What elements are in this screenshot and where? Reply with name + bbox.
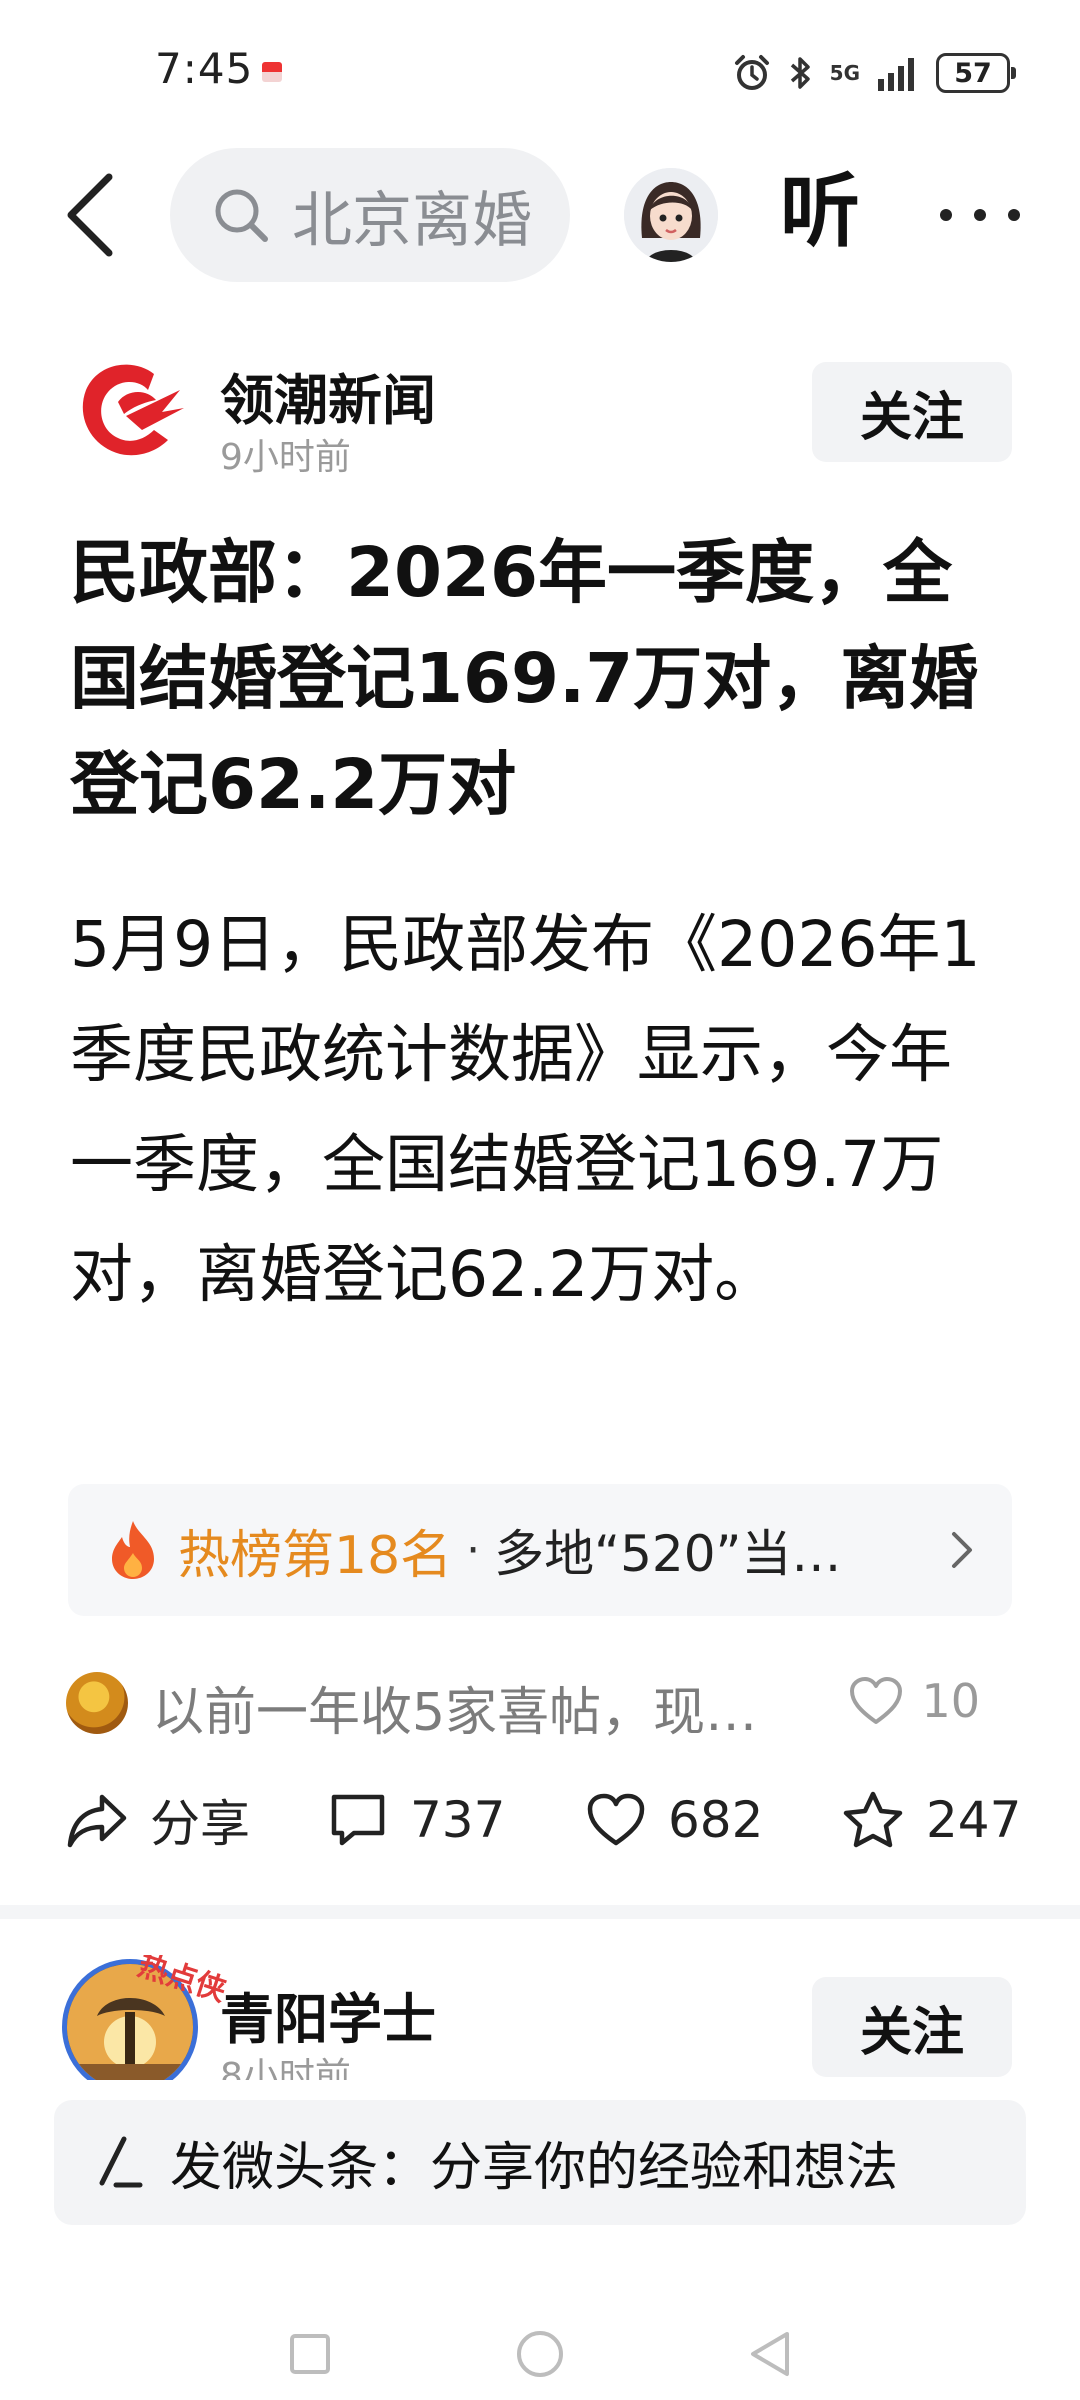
hot-topic: 多地“520”当天可办理结婚登记 [494, 1525, 854, 1583]
search-icon [215, 189, 268, 242]
battery-level: 57 [954, 57, 992, 89]
author-name[interactable]: 领潮新闻 [220, 356, 436, 435]
hot-separator: · [466, 1524, 481, 1576]
article-title: 民政部：2026年一季度，全国结婚登记169.7万对，离婚登记62.2万对 [70, 533, 979, 825]
system-nav-bar [0, 2300, 1080, 2400]
pen-icon [99, 2136, 143, 2187]
hot-list-banner[interactable]: 热榜第18名 · 多地“520”当天可办理结婚登记 [68, 1484, 1012, 1616]
favorite-count: 247 [926, 1791, 1022, 1849]
circle-icon [517, 2331, 563, 2377]
star-icon [843, 1791, 903, 1848]
heart-icon [587, 1793, 645, 1846]
heart-outline-icon [850, 1677, 903, 1724]
comment-like-button[interactable]: 10 [849, 1674, 980, 1728]
network-type: 5G [829, 61, 860, 85]
assistant-avatar[interactable] [624, 168, 718, 262]
comment-text: 以前一年收5家喜帖，现在一年都收不到1家 [152, 1683, 772, 1743]
search-input[interactable]: 北京离婚 [170, 148, 570, 282]
back-button[interactable] [50, 170, 130, 260]
post-time: 9小时前 [220, 437, 351, 478]
status-time: 7:45 [155, 44, 254, 93]
article-body: 5月9日，民政部发布《2026年1季度民政统计数据》显示，今年一季度，全国结婚登… [70, 908, 981, 1311]
like-button[interactable]: 682 [586, 1780, 763, 1860]
assistant-avatar-icon [624, 168, 718, 262]
share-label: 分享 [150, 1795, 250, 1853]
share-icon [67, 1794, 127, 1848]
comment-like-count: 10 [921, 1674, 980, 1728]
back-nav-button[interactable] [742, 2326, 798, 2382]
brand-logo-icon [82, 364, 184, 456]
battery-icon: 57 [936, 53, 1016, 93]
author-avatar[interactable] [76, 350, 186, 465]
compose-bar[interactable]: 发微头条：分享你的经验和想法 [54, 2100, 1026, 2225]
chevron-left-icon [67, 173, 113, 257]
next-post-time: 8小时前 [220, 2056, 351, 2080]
top-nav: 北京离婚 听 [0, 140, 1080, 290]
more-icon[interactable] [930, 180, 1030, 250]
status-icons: 5G 57 [732, 48, 1016, 98]
top-comment[interactable]: 以前一年收5家喜帖，现在一年都收不到1家 10 [66, 1668, 1016, 1743]
fire-icon [112, 1521, 154, 1579]
comment-count: 737 [410, 1791, 506, 1849]
follow-button[interactable]: 关注 [812, 362, 1012, 462]
comment-button[interactable]: 737 [328, 1780, 505, 1860]
signal-icon [878, 58, 914, 91]
triangle-back-icon [751, 2332, 789, 2376]
like-count: 682 [668, 1791, 764, 1849]
status-bar: 7:45 5G 57 [0, 0, 1080, 140]
hot-rank-label: 热榜第18名 [178, 1525, 453, 1586]
compose-placeholder: 发微头条：分享你的经验和想法 [170, 2138, 899, 2198]
next-post-header: 热点侠 青阳学士 8小时前 关注 [0, 1955, 1080, 2080]
chevron-right-icon [952, 1532, 972, 1568]
alarm-icon [734, 55, 769, 90]
share-button[interactable]: 分享 [66, 1780, 250, 1860]
action-bar: 分享 737 682 247 [66, 1780, 1021, 1860]
next-follow-button[interactable]: 关注 [812, 1977, 1012, 2077]
post-header: 领潮新闻 9小时前 关注 [0, 350, 1080, 480]
next-author-name[interactable]: 青阳学士 [220, 1975, 436, 2054]
notification-icon [262, 62, 282, 82]
recents-button[interactable] [282, 2326, 338, 2382]
listen-button[interactable]: 听 [780, 162, 860, 262]
square-icon [290, 2334, 330, 2374]
bluetooth-icon [790, 57, 810, 89]
home-button[interactable] [512, 2326, 568, 2382]
favorite-button[interactable]: 247 [842, 1780, 1021, 1860]
post-divider [0, 1905, 1080, 1919]
search-query: 北京离婚 [292, 185, 532, 256]
commenter-avatar [66, 1672, 128, 1734]
comment-icon [331, 1794, 385, 1846]
